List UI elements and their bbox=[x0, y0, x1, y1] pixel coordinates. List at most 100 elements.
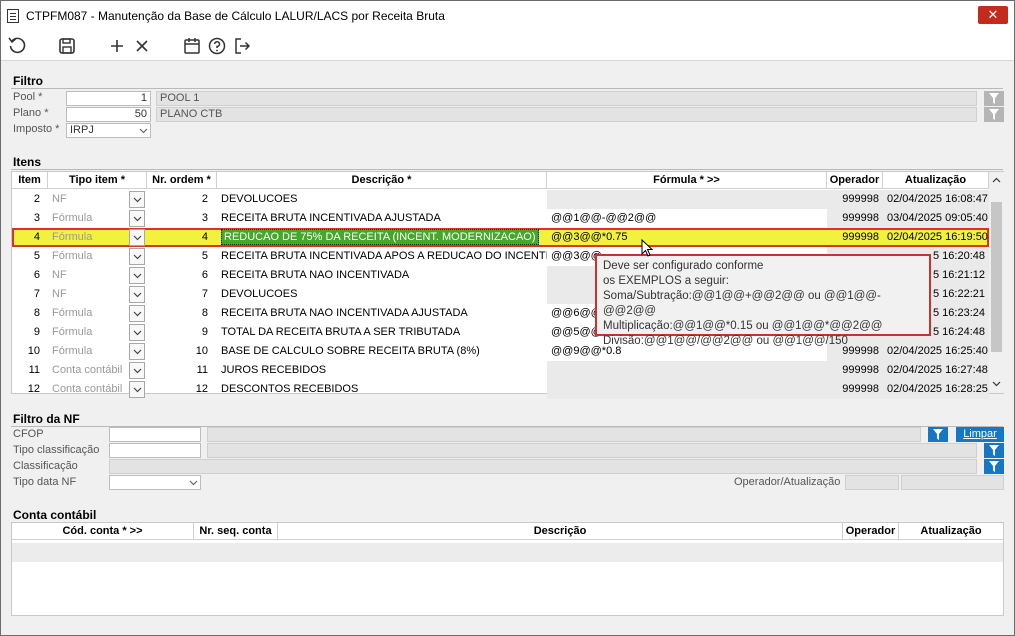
limpar-button[interactable]: Limpar bbox=[956, 427, 1004, 442]
tipo-item-dropdown[interactable] bbox=[129, 324, 145, 341]
cell-ordem[interactable]: 6 bbox=[147, 266, 212, 285]
help-icon[interactable] bbox=[206, 35, 228, 57]
tipo-item-dropdown[interactable] bbox=[129, 210, 145, 227]
col-header-tipo-item[interactable]: Tipo item * bbox=[48, 172, 147, 189]
cell-tipo[interactable]: Fórmula bbox=[48, 342, 128, 361]
cell-tipo[interactable]: NF bbox=[48, 190, 128, 209]
table-row[interactable]: 4 Fórmula 4 REDUCAO DE 75% DA RECEITA (INCE… bbox=[12, 228, 989, 247]
cell-descricao[interactable]: RECEITA BRUTA INCENTIVADA AJUSTADA bbox=[217, 209, 547, 228]
cell-operador[interactable]: 999998 bbox=[827, 380, 883, 399]
cell-item[interactable]: 3 bbox=[12, 209, 44, 228]
filter-icon[interactable] bbox=[984, 91, 1004, 106]
cell-operador[interactable]: 999998 bbox=[827, 190, 883, 209]
cell-tipo[interactable]: Conta contábil bbox=[48, 380, 128, 399]
cell-ordem[interactable]: 2 bbox=[147, 190, 212, 209]
col-header-item[interactable]: Item bbox=[12, 172, 48, 189]
cell-descricao[interactable]: DEVOLUCOES bbox=[217, 190, 547, 209]
cell-item[interactable]: 2 bbox=[12, 190, 44, 209]
classificacao-field[interactable] bbox=[109, 459, 977, 474]
cell-formula[interactable]: @@1@@-@@2@@ bbox=[547, 209, 827, 228]
cell-descricao[interactable]: RECEITA BRUTA NAO INCENTIVADA AJUSTADA bbox=[217, 304, 547, 323]
cell-ordem[interactable]: 9 bbox=[147, 323, 212, 342]
cfop-input[interactable] bbox=[109, 427, 201, 442]
tipo-item-dropdown[interactable] bbox=[129, 229, 145, 246]
tipo-item-dropdown[interactable] bbox=[129, 305, 145, 322]
col-header-cod-conta[interactable]: Cód. conta * >> bbox=[12, 523, 194, 540]
col-header-formula[interactable]: Fórmula * >> bbox=[547, 172, 827, 189]
scrollbar-thumb[interactable] bbox=[991, 202, 1002, 352]
cell-descricao[interactable]: RECEITA BRUTA INCENTIVADA APOS A REDUCAO… bbox=[217, 247, 547, 266]
cell-tipo[interactable]: Fórmula bbox=[48, 209, 128, 228]
cell-item[interactable]: 6 bbox=[12, 266, 44, 285]
col-header-atualizacao[interactable]: Atualização bbox=[883, 172, 989, 189]
cell-item[interactable]: 8 bbox=[12, 304, 44, 323]
col-header-atualizacao[interactable]: Atualização bbox=[899, 523, 1003, 540]
cell-operador[interactable]: 999998 bbox=[827, 361, 883, 380]
col-header-operador[interactable]: Operador bbox=[827, 172, 883, 189]
filter-icon[interactable] bbox=[928, 427, 948, 442]
calendar-icon[interactable] bbox=[181, 35, 203, 57]
col-header-operador[interactable]: Operador bbox=[843, 523, 899, 540]
chevron-down-icon[interactable] bbox=[992, 381, 1001, 387]
cell-item[interactable]: 9 bbox=[12, 323, 44, 342]
filter-icon[interactable] bbox=[984, 459, 1004, 474]
pool-input[interactable]: 1 bbox=[66, 91, 151, 106]
cell-tipo[interactable]: Fórmula bbox=[48, 304, 128, 323]
refresh-icon[interactable] bbox=[6, 35, 28, 57]
cell-descricao[interactable]: TOTAL DA RECEITA BRUTA A SER TRIBUTADA bbox=[217, 323, 547, 342]
cell-tipo[interactable]: Fórmula bbox=[48, 247, 128, 266]
cell-operador[interactable]: 999998 bbox=[827, 228, 883, 247]
cell-operador[interactable]: 999998 bbox=[827, 209, 883, 228]
save-icon[interactable] bbox=[56, 35, 78, 57]
cell-item[interactable]: 11 bbox=[12, 361, 44, 380]
close-button[interactable]: ✕ bbox=[978, 6, 1008, 24]
cell-tipo[interactable]: Conta contábil bbox=[48, 361, 128, 380]
table-row[interactable]: 2 NF 2 DEVOLUCOES 999998 02/04/2025 16:08:47 bbox=[12, 190, 998, 209]
col-header-nr-seq-conta[interactable]: Nr. seq. conta bbox=[194, 523, 278, 540]
plano-input[interactable]: 50 bbox=[66, 107, 151, 122]
cell-formula[interactable]: @@3@@*0.75 bbox=[547, 228, 827, 247]
col-header-nr-ordem[interactable]: Nr. ordem * bbox=[147, 172, 217, 189]
cell-tipo[interactable]: NF bbox=[48, 285, 128, 304]
table-row[interactable]: 12 Conta contábil 12 DESCONTOS RECEBIDOS 999… bbox=[12, 380, 998, 399]
tipo-item-dropdown[interactable] bbox=[129, 381, 145, 398]
cell-ordem[interactable]: 4 bbox=[147, 228, 212, 247]
filter-icon[interactable] bbox=[984, 443, 1004, 458]
cell-ordem[interactable]: 12 bbox=[147, 380, 212, 399]
cell-descricao[interactable]: RECEITA BRUTA NAO INCENTIVADA bbox=[217, 266, 547, 285]
tipo-item-dropdown[interactable] bbox=[129, 286, 145, 303]
chevron-up-icon[interactable] bbox=[992, 177, 1001, 183]
cell-descricao[interactable]: DEVOLUCOES bbox=[217, 285, 547, 304]
delete-icon[interactable] bbox=[131, 35, 153, 57]
table-row[interactable]: 3 Fórmula 3 RECEITA BRUTA INCENTIVADA AJUST… bbox=[12, 209, 998, 228]
cell-ordem[interactable]: 3 bbox=[147, 209, 212, 228]
cell-item[interactable]: 12 bbox=[12, 380, 44, 399]
tipo-item-dropdown[interactable] bbox=[129, 191, 145, 208]
cell-ordem[interactable]: 11 bbox=[147, 361, 212, 380]
cell-formula[interactable] bbox=[547, 190, 827, 209]
empty-row[interactable] bbox=[12, 543, 1003, 562]
tipo-data-nf-select[interactable] bbox=[109, 475, 201, 490]
cell-ordem[interactable]: 8 bbox=[147, 304, 212, 323]
cell-ordem[interactable]: 10 bbox=[147, 342, 212, 361]
imposto-select[interactable]: IRPJ bbox=[66, 123, 151, 138]
cell-atualizacao[interactable]: 03/04/2025 09:05:40 bbox=[883, 209, 989, 228]
cell-formula[interactable] bbox=[547, 361, 827, 380]
cell-atualizacao[interactable]: 02/04/2025 16:28:25 bbox=[883, 380, 989, 399]
add-icon[interactable] bbox=[106, 35, 128, 57]
cell-tipo[interactable]: Fórmula bbox=[48, 228, 128, 247]
cell-item[interactable]: 5 bbox=[12, 247, 44, 266]
cell-item[interactable]: 7 bbox=[12, 285, 44, 304]
cell-descricao[interactable]: BASE DE CALCULO SOBRE RECEITA BRUTA (8%) bbox=[217, 342, 547, 361]
cell-descricao[interactable]: DESCONTOS RECEBIDOS bbox=[217, 380, 547, 399]
col-header-descricao[interactable]: Descrição * bbox=[217, 172, 547, 189]
cell-item[interactable]: 10 bbox=[12, 342, 44, 361]
tipo-item-dropdown[interactable] bbox=[129, 362, 145, 379]
table-row[interactable]: 11 Conta contábil 11 JUROS RECEBIDOS 999998 0… bbox=[12, 361, 998, 380]
cell-atualizacao[interactable]: 02/04/2025 16:19:50 bbox=[883, 228, 989, 247]
tipo-classificacao-input[interactable] bbox=[109, 443, 201, 458]
cell-formula[interactable] bbox=[547, 380, 827, 399]
exit-icon[interactable] bbox=[231, 35, 253, 57]
cell-descricao[interactable]: REDUCAO DE 75% DA RECEITA (INCENT. MODER… bbox=[217, 228, 547, 247]
cell-tipo[interactable]: Fórmula bbox=[48, 323, 128, 342]
